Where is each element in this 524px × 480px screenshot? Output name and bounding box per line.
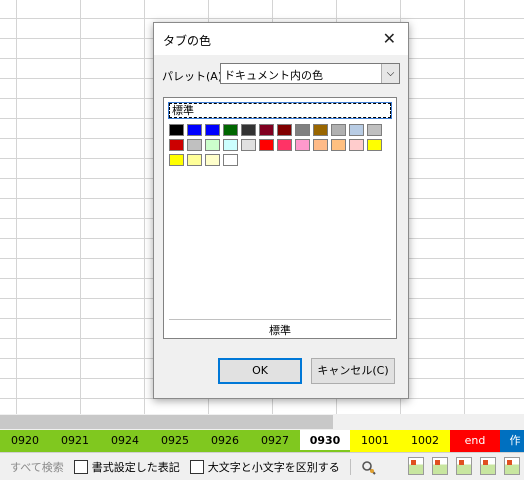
match-case-option[interactable]: 大文字と小文字を区別する bbox=[189, 459, 340, 475]
color-swatch[interactable] bbox=[349, 139, 364, 151]
standard-color-option[interactable]: 標準 bbox=[168, 102, 392, 119]
sheet-tab[interactable]: 0924 bbox=[100, 430, 150, 452]
toolbar-separator bbox=[349, 458, 351, 475]
next-sheet-icon[interactable] bbox=[456, 457, 472, 475]
color-swatch[interactable] bbox=[205, 124, 220, 136]
color-swatch[interactable] bbox=[187, 139, 202, 151]
color-swatch[interactable] bbox=[241, 124, 256, 136]
sheet-tab[interactable]: end bbox=[450, 430, 500, 452]
match-case-label: 大文字と小文字を区別する bbox=[207, 460, 340, 474]
color-swatch[interactable] bbox=[313, 139, 328, 151]
find-options-icon[interactable] bbox=[361, 460, 376, 475]
last-sheet-icon[interactable] bbox=[480, 457, 496, 475]
color-swatch[interactable] bbox=[367, 124, 382, 136]
sheet-tab[interactable]: 1002 bbox=[400, 430, 450, 452]
horizontal-scrollbar[interactable] bbox=[0, 414, 524, 430]
prev-sheet-icon[interactable] bbox=[432, 457, 448, 475]
color-swatch[interactable] bbox=[259, 124, 274, 136]
sheet-tab[interactable]: 0920 bbox=[0, 430, 50, 452]
color-swatch[interactable] bbox=[205, 139, 220, 151]
sheet-tab-bar: 0920 0921 0924 0925 0926 0927 0930 1001 1002 end 作 bbox=[0, 430, 524, 452]
match-case-checkbox[interactable] bbox=[189, 459, 204, 474]
find-toolbar: すべて検索 書式設定した表記 大文字と小文字を区別する bbox=[0, 452, 524, 480]
color-swatch[interactable] bbox=[169, 124, 184, 136]
scrollbar-thumb[interactable] bbox=[0, 415, 333, 429]
color-swatch[interactable] bbox=[277, 124, 292, 136]
palette-label: パレット(A): bbox=[162, 70, 226, 83]
sheet-nav-icons bbox=[408, 457, 520, 475]
sheet-tab[interactable]: 作 bbox=[500, 430, 524, 452]
chevron-down-icon[interactable]: ⌵ bbox=[381, 64, 399, 83]
search-all-button[interactable]: すべて検索 bbox=[10, 459, 64, 475]
color-swatch[interactable] bbox=[295, 139, 310, 151]
sheet-tab[interactable]: 0930 bbox=[300, 430, 350, 452]
color-swatch[interactable] bbox=[169, 154, 184, 166]
color-swatch-grid bbox=[169, 124, 397, 169]
color-swatch[interactable] bbox=[205, 154, 220, 166]
color-swatch[interactable] bbox=[313, 124, 328, 136]
color-swatch[interactable] bbox=[349, 124, 364, 136]
color-swatch[interactable] bbox=[259, 139, 274, 151]
formatted-display-option[interactable]: 書式設定した表記 bbox=[73, 459, 180, 475]
color-panel: 標準 標準 bbox=[163, 97, 397, 339]
palette-select-value: ドキュメント内の色 bbox=[224, 69, 323, 82]
panel-divider bbox=[169, 319, 391, 320]
color-swatch[interactable] bbox=[331, 139, 346, 151]
selected-color-name: 標準 bbox=[269, 324, 291, 337]
sheet-tab[interactable]: 0927 bbox=[250, 430, 300, 452]
sheet-tab[interactable]: 0926 bbox=[200, 430, 250, 452]
ok-button[interactable]: OK bbox=[218, 358, 302, 384]
color-swatch[interactable] bbox=[187, 154, 202, 166]
formatted-display-label: 書式設定した表記 bbox=[91, 460, 180, 474]
sheet-tab[interactable]: 1001 bbox=[350, 430, 400, 452]
dialog-titlebar: タブの色 ✕ bbox=[154, 23, 408, 55]
sheet-tab[interactable]: 0921 bbox=[50, 430, 100, 452]
color-swatch[interactable] bbox=[223, 139, 238, 151]
color-swatch[interactable] bbox=[241, 139, 256, 151]
formatted-display-checkbox[interactable] bbox=[73, 459, 88, 474]
dialog-title: タブの色 bbox=[163, 34, 212, 48]
cancel-button[interactable]: キャンセル(C) bbox=[311, 358, 395, 384]
close-icon[interactable]: ✕ bbox=[383, 29, 396, 48]
color-swatch[interactable] bbox=[187, 124, 202, 136]
color-swatch[interactable] bbox=[367, 139, 382, 151]
tab-color-dialog: タブの色 ✕ パレット(A): ドキュメント内の色 ⌵ 標準 標準 OK キャン… bbox=[153, 22, 409, 399]
color-swatch[interactable] bbox=[223, 154, 238, 166]
color-swatch[interactable] bbox=[331, 124, 346, 136]
color-swatch[interactable] bbox=[223, 124, 238, 136]
color-swatch[interactable] bbox=[295, 124, 310, 136]
first-sheet-icon[interactable] bbox=[408, 457, 424, 475]
color-swatch[interactable] bbox=[169, 139, 184, 151]
sheet-tab[interactable]: 0925 bbox=[150, 430, 200, 452]
palette-select[interactable]: ドキュメント内の色 ⌵ bbox=[220, 63, 400, 84]
color-swatch[interactable] bbox=[277, 139, 292, 151]
insert-sheet-icon[interactable] bbox=[504, 457, 520, 475]
